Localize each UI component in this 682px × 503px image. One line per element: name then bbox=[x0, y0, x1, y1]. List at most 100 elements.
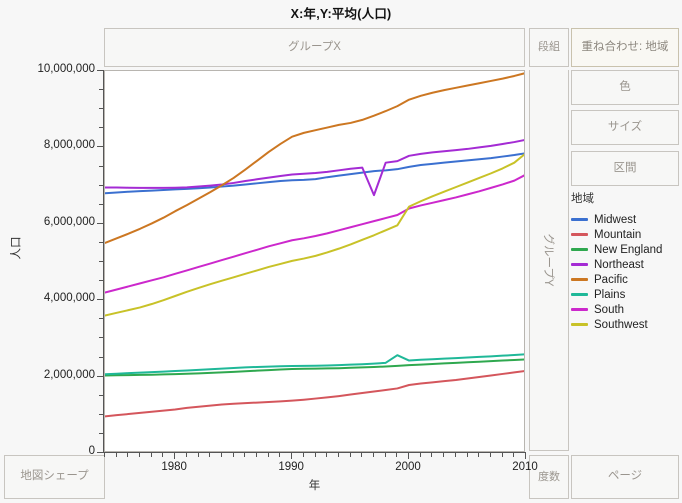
drop-zone-group-y[interactable]: グループY bbox=[529, 70, 569, 451]
legend-item[interactable]: South bbox=[571, 302, 681, 317]
y-tick-label: 10,000,000 bbox=[37, 63, 95, 75]
legend-item-label: Northeast bbox=[594, 258, 644, 271]
x-tick-minor bbox=[244, 453, 246, 457]
x-tick-minor bbox=[337, 453, 339, 457]
legend-swatch-icon bbox=[571, 323, 588, 326]
y-tick-minor bbox=[99, 413, 103, 415]
y-tick-minor bbox=[99, 241, 103, 243]
x-tick-minor bbox=[443, 453, 445, 457]
legend-swatch-icon bbox=[571, 233, 588, 236]
x-tick-minor bbox=[127, 453, 129, 457]
legend-swatch-icon bbox=[571, 293, 588, 296]
y-tick-minor bbox=[99, 280, 103, 282]
y-tick-minor bbox=[99, 203, 103, 205]
x-tick-minor bbox=[279, 453, 281, 457]
legend-swatch-icon bbox=[571, 308, 588, 311]
x-tick-minor bbox=[256, 453, 258, 457]
page-title: X:年,Y:平均(人口) bbox=[290, 7, 392, 21]
x-tick-minor bbox=[302, 453, 304, 457]
legend-item-label: Southwest bbox=[594, 318, 648, 331]
legend-item[interactable]: Pacific bbox=[571, 272, 681, 287]
legend-item[interactable]: Midwest bbox=[571, 212, 681, 227]
legend-item[interactable]: Northeast bbox=[571, 257, 681, 272]
drop-zone-size[interactable]: サイズ bbox=[571, 110, 679, 145]
legend-swatch-icon bbox=[571, 218, 588, 221]
y-axis-title: 人口 bbox=[10, 236, 23, 260]
x-tick-label: 1980 bbox=[161, 461, 187, 473]
legend-item[interactable]: Plains bbox=[571, 287, 681, 302]
y-tick bbox=[97, 299, 103, 301]
y-tick bbox=[97, 375, 103, 377]
x-tick bbox=[174, 453, 176, 459]
x-tick-minor bbox=[396, 453, 398, 457]
x-tick-minor bbox=[267, 453, 269, 457]
drop-zone-dangumi[interactable]: 段組 bbox=[529, 28, 569, 67]
x-tick-label: 2010 bbox=[512, 461, 538, 473]
legend-item-label: New England bbox=[594, 243, 663, 256]
x-tick-minor bbox=[197, 453, 199, 457]
x-tick-minor bbox=[232, 453, 234, 457]
x-tick-minor bbox=[326, 453, 328, 457]
drop-zone-group-x[interactable]: グループX bbox=[104, 28, 525, 67]
x-tick-minor bbox=[349, 453, 351, 457]
legend-item-label: Plains bbox=[594, 288, 626, 301]
series-line-plains bbox=[105, 353, 524, 376]
legend-swatch-icon bbox=[571, 263, 588, 266]
y-tick-label: 6,000,000 bbox=[43, 215, 95, 228]
legend-item-label: South bbox=[594, 303, 625, 316]
legend-swatch-icon bbox=[571, 278, 588, 281]
y-tick-minor bbox=[99, 89, 103, 91]
drop-zone-page[interactable]: ページ bbox=[571, 455, 679, 499]
legend-item[interactable]: New England bbox=[571, 242, 681, 257]
legend: 地域 Midwest Mountain New England Northeast Pa… bbox=[571, 190, 681, 332]
x-tick-label: 2000 bbox=[395, 461, 421, 473]
x-tick-minor bbox=[209, 453, 211, 457]
legend-title: 地域 bbox=[571, 193, 594, 205]
series-line-southwest bbox=[105, 153, 524, 317]
x-tick-minor bbox=[361, 453, 363, 457]
y-tick bbox=[97, 222, 103, 224]
y-tick-minor bbox=[99, 108, 103, 110]
series-line-pacific bbox=[105, 72, 524, 244]
y-tick-minor bbox=[99, 165, 103, 167]
x-tick-minor bbox=[314, 453, 316, 457]
y-tick-minor bbox=[99, 184, 103, 186]
y-tick bbox=[97, 70, 103, 71]
y-tick-label: 0 bbox=[88, 445, 95, 457]
y-tick-label: 4,000,000 bbox=[43, 292, 95, 305]
jmp-graph-builder: X:年,Y:平均(人口) グループX 段組 重ね合わせ: 地域 色 サイズ 区間… bbox=[0, 0, 682, 503]
x-tick-minor bbox=[115, 453, 117, 457]
x-tick-minor bbox=[185, 453, 187, 457]
x-tick-minor bbox=[384, 453, 386, 457]
drop-zone-color[interactable]: 色 bbox=[571, 70, 679, 105]
x-tick-minor bbox=[220, 453, 222, 457]
x-tick-minor bbox=[466, 453, 468, 457]
y-tick-minor bbox=[99, 432, 103, 434]
x-tick-minor bbox=[419, 453, 421, 457]
y-tick-label: 8,000,000 bbox=[43, 139, 95, 152]
x-tick-minor bbox=[150, 453, 152, 457]
y-tick-minor bbox=[99, 337, 103, 339]
legend-item[interactable]: Mountain bbox=[571, 227, 681, 242]
x-tick-minor bbox=[431, 453, 433, 457]
x-tick bbox=[525, 453, 526, 459]
legend-item[interactable]: Southwest bbox=[571, 317, 681, 332]
y-tick bbox=[97, 452, 103, 453]
legend-swatch-icon bbox=[571, 248, 588, 251]
drop-zone-interval[interactable]: 区間 bbox=[571, 151, 679, 186]
drop-zone-overlay[interactable]: 重ね合わせ: 地域 bbox=[571, 28, 679, 67]
plot-area bbox=[104, 70, 525, 452]
x-tick-minor bbox=[501, 453, 503, 457]
x-tick-minor bbox=[454, 453, 456, 457]
x-tick bbox=[291, 453, 293, 459]
line-chart-svg bbox=[105, 72, 524, 418]
legend-entries: Midwest Mountain New England Northeast Pacif… bbox=[571, 212, 681, 332]
x-tick-minor bbox=[139, 453, 141, 457]
x-tick-minor bbox=[162, 453, 164, 457]
y-tick-minor bbox=[99, 394, 103, 396]
x-tick-minor bbox=[104, 453, 105, 457]
series-line-northeast bbox=[105, 139, 524, 197]
x-tick-minor bbox=[372, 453, 374, 457]
x-tick-label: 1990 bbox=[278, 461, 304, 473]
legend-item-label: Midwest bbox=[594, 213, 637, 226]
